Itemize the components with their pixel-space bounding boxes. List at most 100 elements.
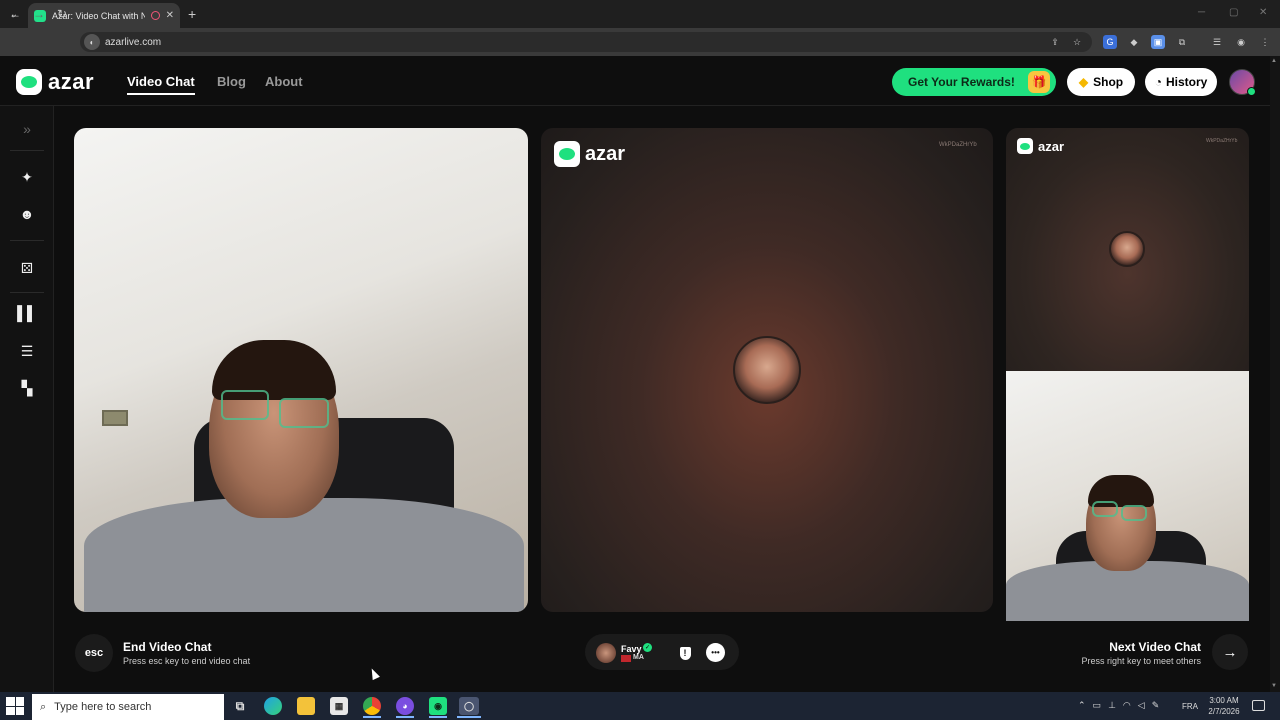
reload-icon[interactable]: ↻ — [57, 7, 67, 21]
maximize-icon[interactable]: ▢ — [1229, 7, 1238, 18]
scroll-up-icon[interactable]: ▲ — [1271, 58, 1277, 64]
azar-watermark: azar — [1017, 138, 1064, 154]
active-indicator — [363, 716, 381, 718]
network-icon[interactable]: ▭ — [1093, 700, 1102, 711]
clock-date: 2/7/2026 — [1208, 707, 1240, 716]
partner-video: azar WkPDaZHrYb — [541, 128, 993, 612]
address-bar[interactable] — [80, 32, 1092, 52]
wifi-icon[interactable]: ◠ — [1123, 700, 1131, 711]
next-video-chat-hint: Press right key to meet others — [1081, 656, 1201, 666]
edge-icon[interactable] — [264, 697, 282, 715]
tray-chevron-icon[interactable]: ⌃ — [1078, 700, 1086, 711]
extension-diamond-icon[interactable]: ◆ — [1127, 35, 1141, 49]
nav-blog[interactable]: Blog — [217, 74, 246, 89]
search-placeholder: Type here to search — [54, 701, 152, 713]
shirt — [84, 498, 524, 612]
minimize-icon[interactable]: ─ — [1198, 7, 1205, 18]
browser-menu-icon[interactable]: ⋮ — [1258, 35, 1272, 49]
glasses-right — [279, 398, 329, 428]
layout-rows-icon[interactable]: ☰ — [15, 339, 39, 363]
shop-label: Shop — [1093, 75, 1124, 89]
azar-taskbar-icon[interactable]: ◉ — [429, 697, 447, 715]
pen-icon[interactable]: ✎ — [1152, 700, 1160, 711]
history-button[interactable]: ◔ History — [1145, 68, 1217, 96]
layout-grid-icon[interactable]: ▚ — [15, 376, 39, 400]
taskbar-search[interactable]: ⌕ Type here to search — [32, 694, 224, 720]
browser-tab[interactable]: Azar: Video Chat with New ✕ — [28, 3, 180, 28]
expand-icon[interactable]: » — [15, 117, 39, 141]
scroll-down-icon[interactable]: ▼ — [1271, 683, 1277, 689]
end-video-chat-title: End Video Chat — [123, 640, 212, 654]
next-arrow-button[interactable]: → — [1212, 634, 1248, 670]
azar-logo[interactable]: azar — [16, 69, 94, 95]
report-shield-icon[interactable]: ! — [676, 644, 694, 662]
layout-columns-icon[interactable]: ▌▌ — [15, 301, 39, 325]
nav-video-chat[interactable]: Video Chat — [127, 74, 195, 89]
url-text[interactable]: azarlive.com — [105, 37, 161, 48]
mouse-cursor-icon — [368, 666, 380, 681]
task-view-icon[interactable]: ⧉ — [231, 697, 249, 715]
windows-start-icon[interactable] — [6, 697, 24, 715]
next-video-chat-title: Next Video Chat — [1109, 640, 1201, 654]
reading-list-icon[interactable]: ☰ — [1210, 35, 1224, 49]
country-flag-icon — [621, 655, 631, 662]
sidebar-divider — [10, 150, 44, 151]
microphone-icon[interactable]: ⊥ — [1108, 700, 1116, 711]
face-filter-icon[interactable]: ☻ — [15, 202, 39, 226]
chrome-icon[interactable] — [363, 697, 381, 715]
azar-watermark: azar — [554, 141, 625, 167]
input-language[interactable]: FRA — [1182, 702, 1198, 711]
extensions-puzzle-icon[interactable]: ⧉ — [1175, 35, 1189, 49]
nav-about[interactable]: About — [265, 74, 303, 89]
active-indicator — [429, 716, 447, 718]
end-video-chat-hint: Press esc key to end video chat — [123, 656, 251, 666]
online-status-dot — [1247, 87, 1256, 96]
random-icon[interactable]: ⚄ — [15, 256, 39, 280]
back-arrow-icon[interactable]: ← — [9, 7, 21, 21]
partner-country: MA — [633, 654, 644, 661]
system-tray: ⌃ ▭ ⊥ ◠ ◁ ✎ — [1078, 700, 1159, 711]
notification-center-icon[interactable] — [1252, 700, 1265, 711]
taskbar-clock[interactable]: 3:00 AM 2/7/2026 — [1204, 695, 1244, 717]
sidebar-divider — [10, 240, 44, 241]
azar-watermark-icon — [1017, 138, 1033, 154]
store-icon[interactable]: ▦ — [330, 697, 348, 715]
user-avatar[interactable] — [1229, 69, 1256, 96]
watermark-id: WkPDaZHrYb — [939, 142, 977, 148]
partner-preview-video: azar WkPDaZHrYb — [1006, 128, 1249, 371]
window-close-icon[interactable]: ✕ — [1259, 7, 1267, 18]
glasses-left — [221, 390, 269, 420]
logo-text: azar — [48, 69, 95, 94]
partner-face-blurred — [733, 336, 801, 404]
my-camera-video — [74, 128, 528, 612]
chat-bubble-icon[interactable]: ••• — [706, 643, 725, 662]
page-scrollbar[interactable] — [1270, 56, 1280, 692]
watermark-id: WkPDaZHrYb — [1206, 138, 1238, 144]
wall-outlet — [102, 410, 128, 426]
recording-icon — [150, 11, 160, 20]
file-explorer-icon[interactable] — [297, 697, 315, 715]
site-info-icon[interactable]: ◐ — [84, 34, 100, 50]
gift-icon: 🎁 — [1028, 71, 1050, 93]
bookmark-star-icon[interactable]: ☆ — [1070, 35, 1084, 49]
translate-extension-icon[interactable]: G — [1103, 35, 1117, 49]
get-rewards-button[interactable]: Get Your Rewards! 🎁 — [892, 68, 1056, 96]
active-nav-underline — [127, 93, 195, 95]
shop-button[interactable]: ◆ Shop — [1067, 68, 1135, 96]
install-app-icon[interactable]: ⇪ — [1048, 35, 1062, 49]
partner-avatar[interactable] — [596, 643, 616, 663]
active-indicator — [457, 716, 481, 718]
forward-arrow-icon[interactable]: → — [33, 7, 45, 21]
tab-close-icon[interactable]: ✕ — [166, 10, 174, 21]
clock-time: 3:00 AM — [1209, 696, 1239, 705]
running-app-icon[interactable]: ◯ — [459, 697, 479, 715]
extension-photo-icon[interactable]: ▣ — [1151, 35, 1165, 49]
magic-wand-icon[interactable]: ✦ — [15, 165, 39, 189]
clock-icon: ◔ — [1154, 75, 1162, 89]
end-chat-esc-button[interactable]: esc — [75, 634, 113, 672]
profile-icon[interactable]: ◉ — [1234, 35, 1248, 49]
discord-icon[interactable]: ◕ — [396, 697, 414, 715]
new-tab-button[interactable]: + — [188, 6, 196, 22]
history-label: History — [1165, 75, 1208, 89]
volume-icon[interactable]: ◁ — [1138, 700, 1145, 711]
